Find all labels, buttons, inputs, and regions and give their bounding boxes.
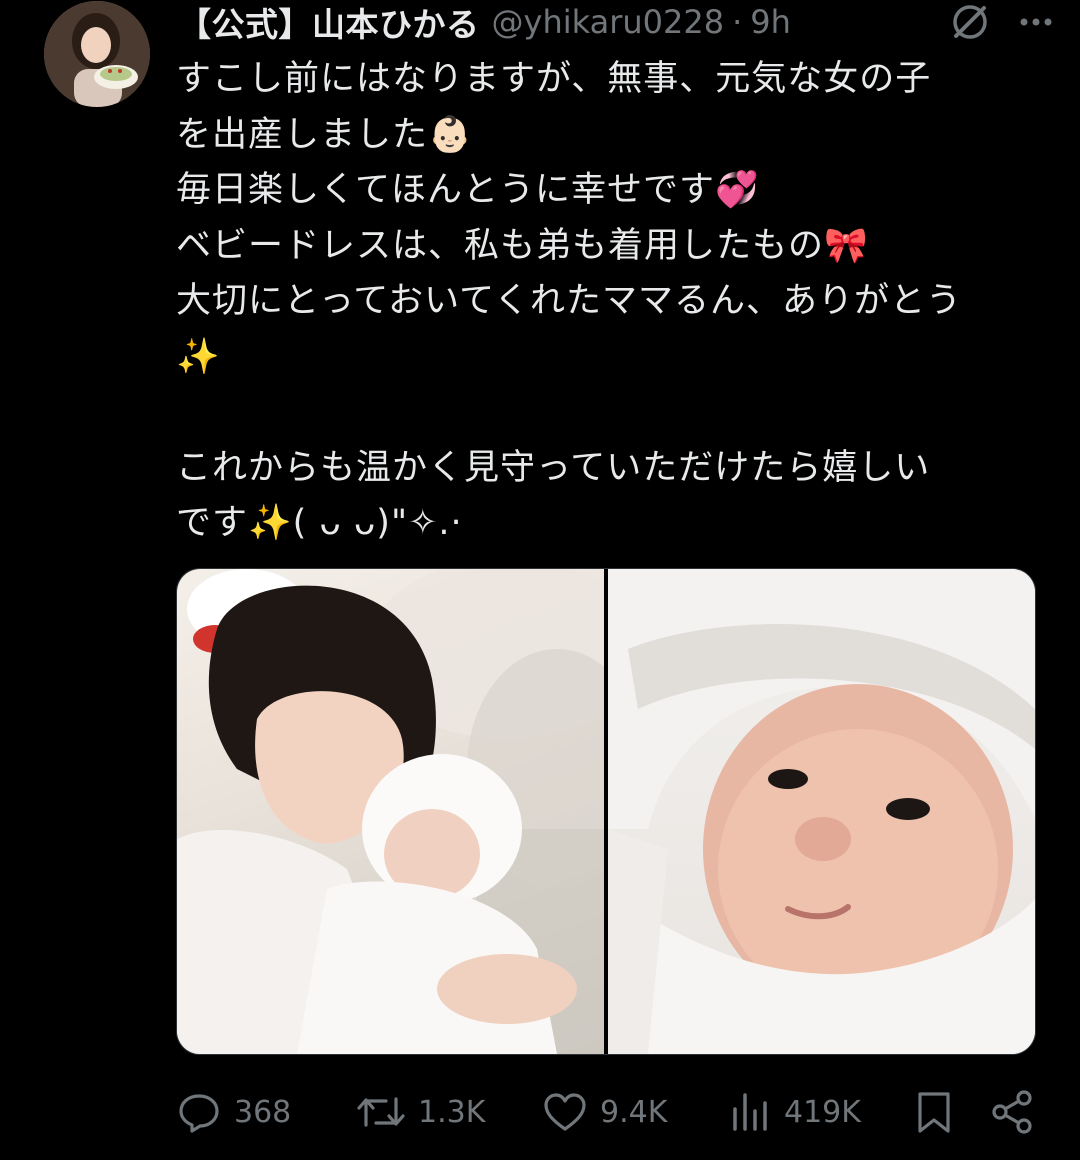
share-button[interactable] — [990, 1089, 1034, 1135]
like-count: 9.4K — [600, 1094, 668, 1130]
repost-icon — [357, 1097, 405, 1127]
photo-mother-holding-baby[interactable] — [177, 569, 604, 1054]
timestamp[interactable]: 9h — [750, 3, 791, 41]
tweet-text-line: を出産しました👶🏻 — [176, 114, 473, 155]
tweet-text-line: です✨( ᴗ ᴗ)"✧.· — [176, 503, 463, 543]
photo-baby-closeup[interactable] — [608, 569, 1035, 1054]
bookmark-icon — [918, 1092, 950, 1133]
separator-dot: · — [732, 3, 743, 41]
reply-button[interactable]: 368 — [176, 1089, 291, 1135]
display-name[interactable]: 【公式】山本ひかる — [178, 0, 480, 46]
views-button[interactable]: 419K — [728, 1089, 861, 1135]
header-icons — [948, 0, 1058, 44]
repost-count: 1.3K — [418, 1094, 486, 1130]
heart-icon — [544, 1093, 586, 1131]
tweet-text: すこし前にはなりますが、無事、元気な女の子 を出産しました👶🏻 毎日楽しくてほん… — [176, 52, 1056, 552]
avatar[interactable] — [44, 1, 150, 107]
action-bar: 368 1.3K 9.4K 419K — [176, 1086, 1034, 1138]
repost-button[interactable]: 1.3K — [356, 1089, 485, 1135]
tweet-text-line: 毎日楽しくてほんとうに幸せです💞 — [176, 170, 760, 210]
grok-icon[interactable] — [948, 0, 992, 44]
views-chart-icon — [733, 1093, 767, 1131]
reply-count: 368 — [234, 1094, 292, 1130]
tweet-text-blank-line — [176, 385, 1056, 441]
photo-left-illustration — [177, 569, 604, 1054]
profile-photo-icon — [44, 1, 150, 107]
view-count: 419K — [784, 1094, 861, 1130]
like-button[interactable]: 9.4K — [542, 1089, 667, 1135]
bookmark-button[interactable] — [914, 1089, 954, 1135]
tweet-text-line: ✨ — [176, 336, 221, 377]
tweet-text-line: ベビードレスは、私も弟も着用したもの🎀 — [176, 225, 869, 266]
photo-right-illustration — [608, 569, 1035, 1054]
tweet-text-line: これからも温かく見守っていただけたら嬉しい — [176, 447, 931, 488]
reply-icon — [179, 1094, 219, 1133]
tweet[interactable]: 【公式】山本ひかる @yhikaru0228 · 9h すこし前にはなりますが、… — [0, 0, 1080, 1160]
media-grid — [176, 568, 1036, 1055]
tweet-text-line: 大切にとっておいてくれたママるん、ありがとう — [176, 281, 963, 321]
tweet-text-line: すこし前にはなりますが、無事、元気な女の子 — [176, 59, 932, 99]
share-icon — [992, 1090, 1032, 1134]
tweet-header: 【公式】山本ひかる @yhikaru0228 · 9h — [178, 0, 1058, 44]
handle[interactable]: @yhikaru0228 — [492, 3, 725, 41]
more-options-icon[interactable] — [1014, 0, 1058, 44]
